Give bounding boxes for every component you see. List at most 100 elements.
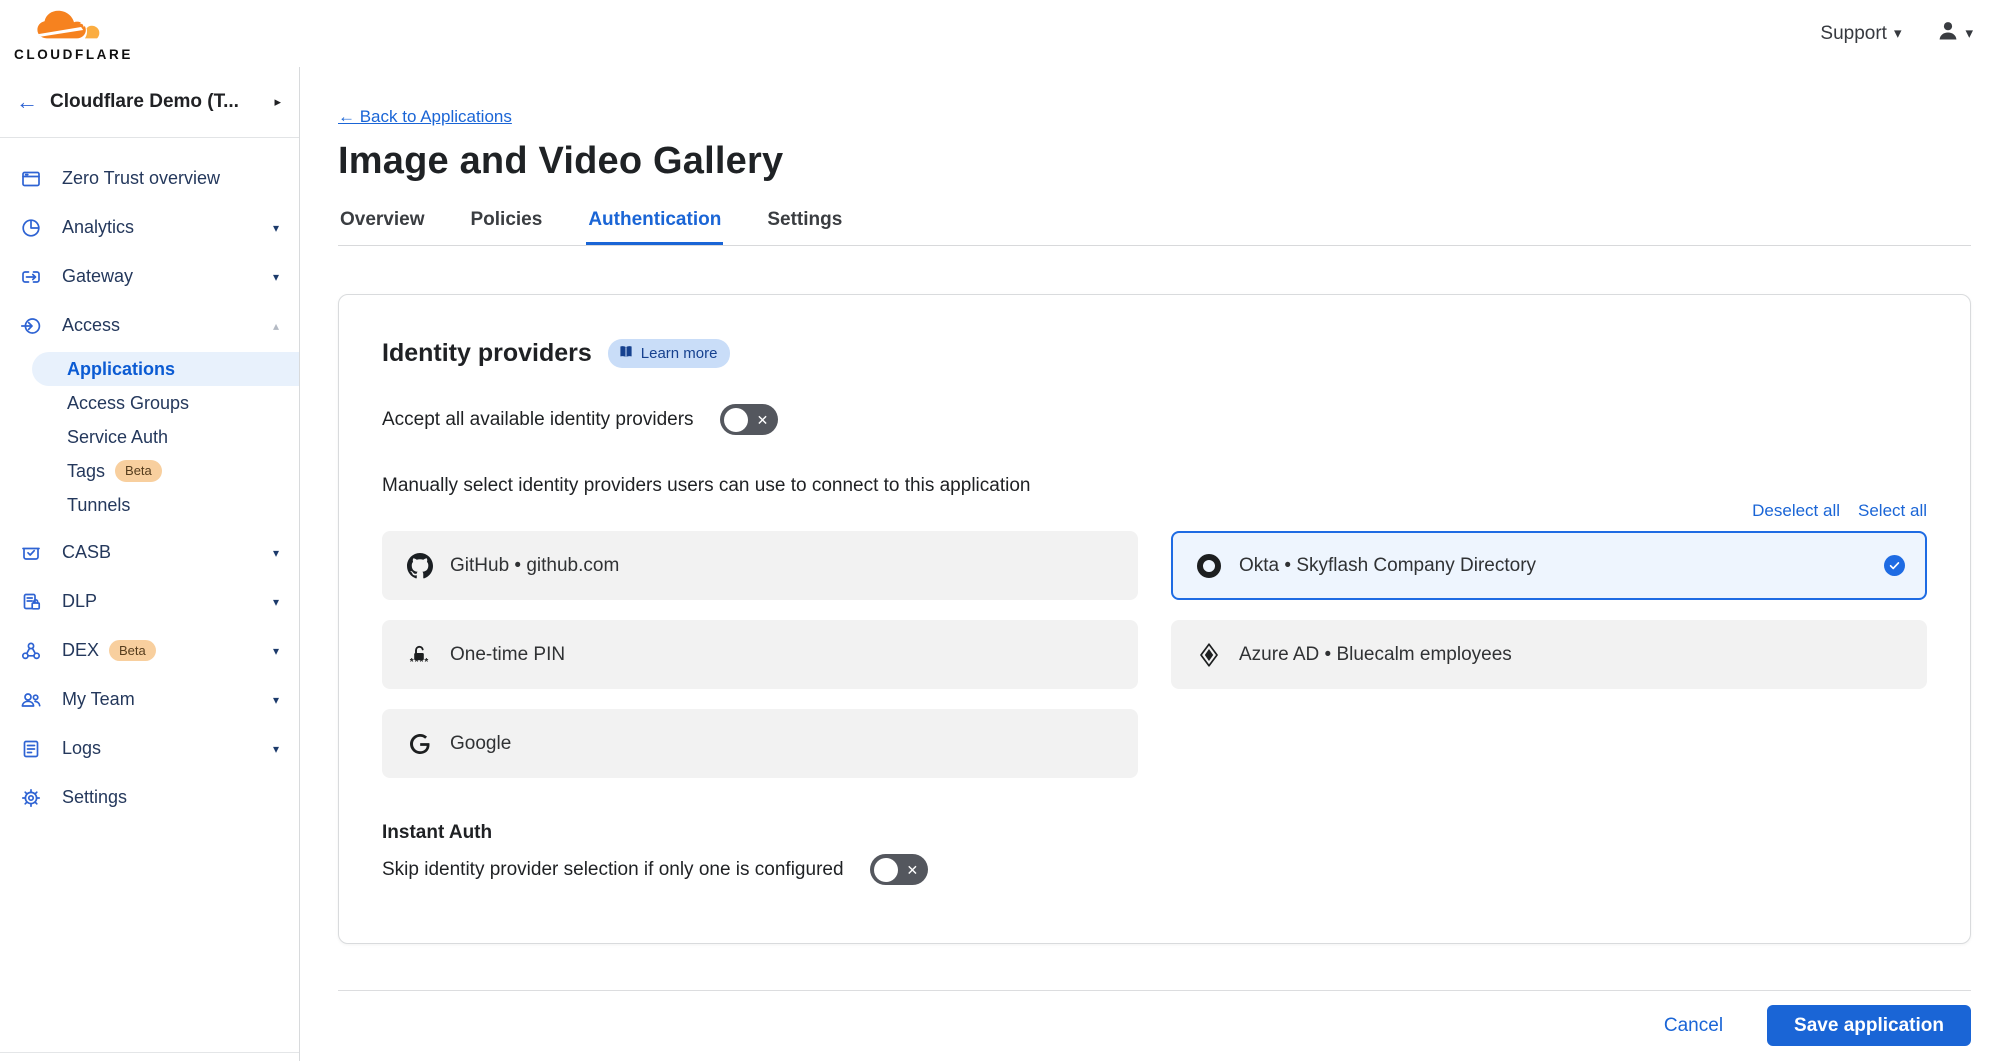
provider-card-azure-ad[interactable]: Azure AD • Bluecalm employees: [1171, 620, 1927, 689]
tab-settings[interactable]: Settings: [765, 209, 844, 245]
sidebar-item-access[interactable]: Access ▴: [0, 301, 299, 350]
support-label: Support: [1820, 23, 1887, 45]
back-arrow-icon[interactable]: ←: [16, 89, 50, 115]
accept-all-label: Accept all available identity providers: [382, 409, 694, 431]
user-menu[interactable]: ▾: [1937, 20, 1973, 47]
chevron-down-icon[interactable]: ▾: [273, 221, 279, 235]
learn-more-label: Learn more: [641, 345, 718, 362]
sidebar-item-service-auth[interactable]: Service Auth: [0, 420, 299, 454]
instant-auth-heading: Instant Auth: [382, 822, 1927, 844]
instant-auth-toggle[interactable]: ✕: [870, 854, 928, 885]
okta-icon: [1195, 554, 1222, 578]
document-lock-icon: [20, 591, 42, 613]
page-title: Image and Video Gallery: [338, 140, 1971, 183]
sidebar-item-zero-trust-overview[interactable]: Zero Trust overview: [0, 154, 299, 203]
provider-name: Okta • Skyflash Company Directory: [1239, 555, 1536, 577]
sidebar-item-access-groups[interactable]: Access Groups: [0, 386, 299, 420]
sidebar-item-gateway[interactable]: Gateway ▾: [0, 252, 299, 301]
sidebar-item-applications[interactable]: Applications: [32, 352, 299, 386]
provider-card-one-time-pin[interactable]: **** One-time PIN: [382, 620, 1138, 689]
provider-name: One-time PIN: [450, 644, 565, 666]
browser-window-icon: [20, 168, 42, 190]
tab-policies[interactable]: Policies: [469, 209, 545, 245]
sidebar-item-label: Tags: [67, 454, 105, 488]
identity-providers-panel: Identity providers Learn more Accept all…: [338, 294, 1971, 944]
manual-select-text: Manually select identity providers users…: [382, 475, 1927, 497]
cloudflare-cloud-icon: [26, 7, 121, 50]
provider-card-okta[interactable]: Okta • Skyflash Company Directory: [1171, 531, 1927, 600]
sidebar-item-label: Zero Trust overview: [62, 168, 220, 189]
sidebar-item-tags[interactable]: Tags Beta: [0, 454, 299, 488]
github-icon: [406, 553, 433, 579]
deselect-all-link[interactable]: Deselect all: [1752, 501, 1840, 521]
chevron-down-icon: ▾: [1894, 26, 1902, 41]
learn-more-badge[interactable]: Learn more: [608, 339, 731, 368]
network-nodes-icon: [20, 640, 42, 662]
tab-overview[interactable]: Overview: [338, 209, 427, 245]
provider-card-github[interactable]: GitHub • github.com: [382, 531, 1138, 600]
one-time-pin-icon: ****: [406, 645, 433, 665]
gateway-icon: [20, 266, 42, 288]
sidebar-item-label: Analytics: [62, 217, 134, 238]
main-content: ← Back to Applications Image and Video G…: [300, 67, 1999, 1061]
provider-name: Google: [450, 733, 511, 755]
sidebar-item-dex[interactable]: DEX Beta ▾: [0, 626, 299, 675]
x-icon: ✕: [757, 413, 769, 427]
cloudflare-logo[interactable]: CLOUDFLARE: [14, 7, 133, 62]
google-icon: [406, 732, 433, 756]
instant-auth-label: Skip identity provider selection if only…: [382, 859, 844, 881]
select-all-link[interactable]: Select all: [1858, 501, 1927, 521]
asterisks: ****: [410, 660, 430, 665]
provider-name: Azure AD • Bluecalm employees: [1239, 644, 1512, 666]
user-icon: [1937, 20, 1959, 47]
chevron-down-icon[interactable]: ▾: [273, 595, 279, 609]
chevron-down-icon[interactable]: ▾: [273, 693, 279, 707]
chevron-right-icon[interactable]: ▸: [274, 94, 281, 110]
casb-box-check-icon: [20, 542, 42, 564]
tab-bar: Overview Policies Authentication Setting…: [338, 209, 1971, 246]
back-to-applications-link[interactable]: ← Back to Applications: [338, 107, 512, 127]
access-icon: [20, 315, 42, 337]
provider-card-google[interactable]: Google: [382, 709, 1138, 778]
cancel-button[interactable]: Cancel: [1664, 1015, 1723, 1037]
sidebar-item-logs[interactable]: Logs ▾: [0, 724, 299, 773]
account-name[interactable]: Cloudflare Demo (T...: [50, 91, 274, 113]
gear-icon: [20, 787, 42, 809]
toggle-knob: [724, 408, 748, 432]
x-icon: ✕: [907, 863, 919, 877]
pie-chart-icon: [20, 217, 42, 239]
sidebar-item-label: Settings: [62, 787, 127, 808]
sidebar: ← Cloudflare Demo (T... ▸ Zero Trust ove…: [0, 67, 300, 1061]
access-submenu: Applications Access Groups Service Auth …: [0, 352, 299, 522]
beta-badge: Beta: [109, 640, 156, 662]
sidebar-item-settings[interactable]: Settings: [0, 773, 299, 822]
sidebar-item-label: Gateway: [62, 266, 133, 287]
top-bar: CLOUDFLARE Support ▾ ▾: [0, 0, 1999, 67]
sidebar-item-casb[interactable]: CASB ▾: [0, 528, 299, 577]
cloudflare-wordmark: CLOUDFLARE: [14, 47, 133, 62]
save-application-button[interactable]: Save application: [1767, 1005, 1971, 1046]
sidebar-item-my-team[interactable]: My Team ▾: [0, 675, 299, 724]
beta-badge: Beta: [115, 460, 162, 482]
sidebar-item-label: DLP: [62, 591, 97, 612]
sidebar-item-label: CASB: [62, 542, 111, 563]
chevron-down-icon[interactable]: ▾: [273, 270, 279, 284]
team-people-icon: [20, 689, 42, 711]
chevron-down-icon[interactable]: ▾: [273, 644, 279, 658]
chevron-down-icon[interactable]: ▾: [273, 546, 279, 560]
logs-list-icon: [20, 738, 42, 760]
accept-all-toggle[interactable]: ✕: [720, 404, 778, 435]
sidebar-item-dlp[interactable]: DLP ▾: [0, 577, 299, 626]
chevron-down-icon[interactable]: ▾: [273, 742, 279, 756]
action-footer: Cancel Save application: [338, 990, 1971, 1046]
tab-authentication[interactable]: Authentication: [586, 209, 723, 245]
support-menu[interactable]: Support ▾: [1820, 23, 1901, 45]
sidebar-item-label: My Team: [62, 689, 135, 710]
selected-check-icon: [1884, 555, 1905, 576]
sidebar-item-tunnels[interactable]: Tunnels: [0, 488, 299, 522]
sidebar-item-analytics[interactable]: Analytics ▾: [0, 203, 299, 252]
chevron-up-icon[interactable]: ▴: [273, 319, 279, 333]
sidebar-item-label: DEX: [62, 640, 99, 661]
panel-title: Identity providers: [382, 339, 592, 368]
sidebar-nav: Zero Trust overview Analytics ▾ Gateway: [0, 138, 299, 822]
